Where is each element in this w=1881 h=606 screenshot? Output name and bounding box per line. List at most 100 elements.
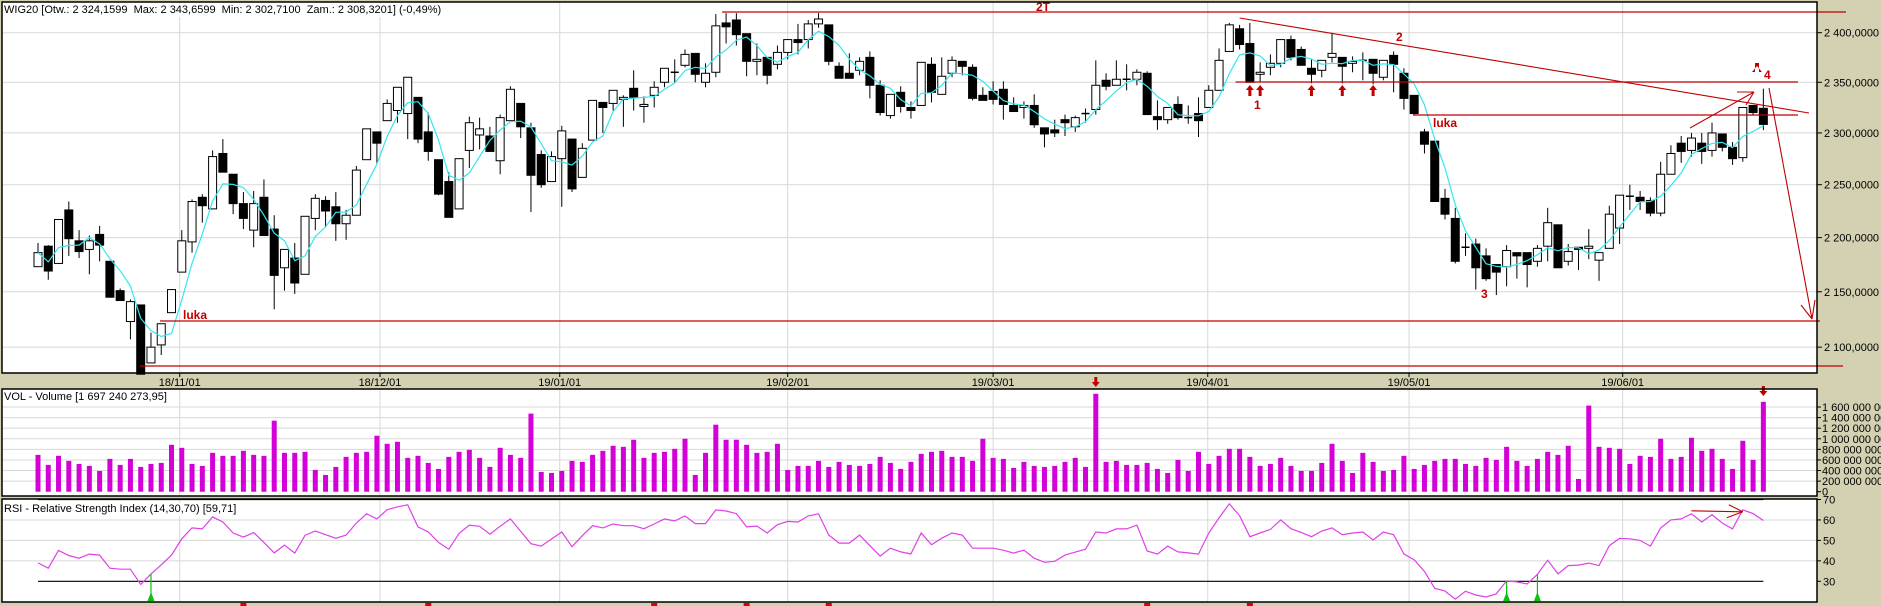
candle-down <box>290 257 300 284</box>
candle-down <box>1245 43 1255 83</box>
candle-up <box>1543 222 1553 247</box>
candle-up <box>608 89 618 104</box>
candle-down <box>64 209 74 240</box>
candle-down <box>1419 131 1429 145</box>
volume-bar <box>1380 470 1386 492</box>
volume-bar <box>281 452 287 492</box>
candle-up <box>1276 39 1286 64</box>
volume-bar <box>1350 472 1356 492</box>
volume-bar <box>1103 461 1109 492</box>
candle-down <box>1717 133 1727 148</box>
label-4: 4 <box>1764 68 1771 82</box>
volume-bar <box>774 443 780 492</box>
candle-down <box>1101 79 1111 87</box>
price-tick-label: 2 150,0000 <box>1824 287 1879 299</box>
candle-up <box>1666 152 1676 175</box>
candle-down <box>136 304 146 375</box>
volume-bar <box>1062 461 1068 492</box>
volume-bar <box>1514 460 1520 492</box>
candle-down <box>998 88 1008 105</box>
volume-bar <box>795 465 801 492</box>
label-2: 2 <box>1396 30 1403 44</box>
candle-down <box>721 22 731 28</box>
candle-up <box>382 102 392 122</box>
candle-down <box>968 66 978 99</box>
volume-bar <box>1226 448 1232 492</box>
volume-bar <box>1319 462 1325 492</box>
candle-up <box>1594 252 1604 261</box>
volume-tick-label: 1 000 000 000 <box>1822 434 1881 446</box>
volume-bar <box>1113 460 1119 492</box>
volume-bar <box>1144 462 1150 492</box>
volume-bar <box>189 463 195 492</box>
date-tick-label: 18/12/01 <box>359 377 402 389</box>
candle-up <box>885 93 895 117</box>
volume-bar <box>980 438 986 492</box>
stock-chart: 18/11/01 18/12/01 19/01/01 19/02/01 19/03/01… <box>1 0 1881 606</box>
candle-up <box>1584 245 1594 249</box>
candle-up <box>351 169 361 216</box>
candle-up <box>1378 59 1388 78</box>
volume-bar <box>1637 455 1643 492</box>
volume-bar <box>949 456 955 492</box>
volume-bar <box>1360 452 1366 492</box>
volume-bar <box>1524 465 1530 492</box>
volume-bar <box>1627 463 1633 492</box>
volume-bar <box>1709 448 1715 492</box>
volume-bar <box>1329 443 1335 492</box>
volume-bar <box>970 460 976 492</box>
volume-bar <box>744 444 750 492</box>
volume-bar <box>1237 448 1243 492</box>
candle-down <box>1409 94 1419 115</box>
volume-bar <box>210 452 216 492</box>
candle-down <box>413 96 423 140</box>
candle-down <box>844 72 854 79</box>
candle-down <box>1286 39 1296 58</box>
volume-bar <box>230 455 236 492</box>
volume-bar <box>76 463 82 492</box>
date-tick-label: 19/02/01 <box>766 377 809 389</box>
candle-down <box>1450 217 1460 262</box>
volume-bar <box>353 452 359 492</box>
volume-bar <box>682 438 688 492</box>
candle-up <box>300 215 310 275</box>
volume-bar <box>271 420 277 492</box>
volume-bar <box>1000 458 1006 492</box>
volume-bar <box>620 446 626 492</box>
candle-up <box>475 128 485 136</box>
candle-up <box>495 117 505 162</box>
candle-up <box>1132 71 1142 80</box>
volume-bar <box>549 472 554 492</box>
candle-down <box>423 131 433 152</box>
volume-tick-label: 1 400 000 000 <box>1822 413 1881 425</box>
volume-bar <box>66 460 72 492</box>
volume-tick-label: 1 600 000 000 <box>1822 402 1881 414</box>
rsi-tick-label: 50 <box>1823 535 1835 547</box>
candle-down <box>1368 58 1378 74</box>
candle-down <box>1050 129 1060 134</box>
candle-down <box>1337 56 1347 67</box>
volume-bar <box>877 456 883 492</box>
candle-up <box>146 346 156 364</box>
candle-up <box>588 99 598 141</box>
volume-bar <box>1647 456 1653 492</box>
volume-bar <box>723 439 729 492</box>
volume-bar <box>1740 440 1746 492</box>
volume-bar <box>56 455 62 492</box>
candle-up <box>557 130 567 160</box>
candle-down <box>957 60 967 67</box>
candle-down <box>1029 104 1039 126</box>
candle-down <box>988 90 998 100</box>
volume-bar <box>1196 451 1202 492</box>
volume-bar <box>816 460 822 492</box>
volume-bar <box>713 424 719 492</box>
volume-bar <box>220 455 226 492</box>
candle-up <box>177 240 187 273</box>
volume-bar <box>1165 472 1171 492</box>
candle-up <box>1502 249 1512 268</box>
date-tick-label: 19/06/01 <box>1601 377 1644 389</box>
volume-bar <box>1483 457 1489 492</box>
volume-bar <box>1719 458 1725 492</box>
volume-bar <box>703 452 709 492</box>
volume-bar <box>1432 460 1438 492</box>
